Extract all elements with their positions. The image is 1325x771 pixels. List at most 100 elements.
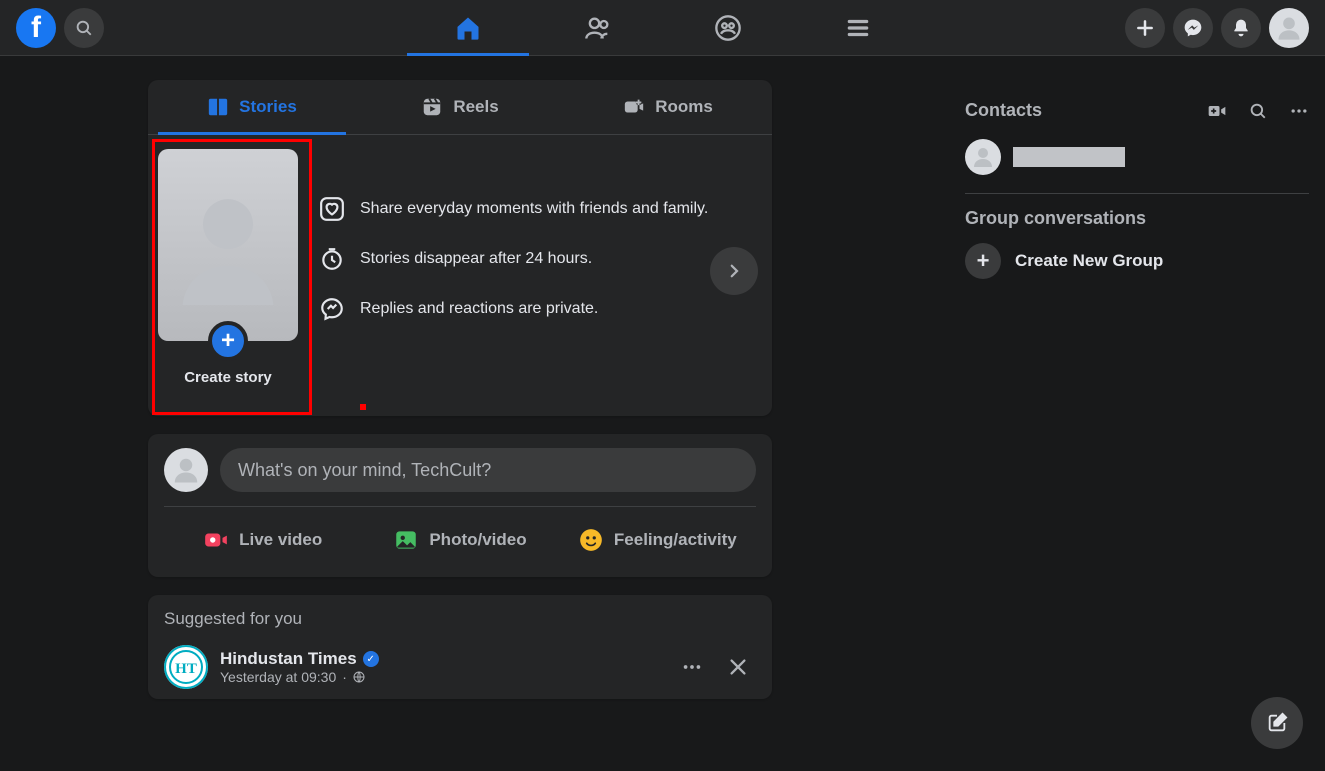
story-info-row-1: Share everyday moments with friends and … xyxy=(318,195,762,223)
suggested-avatar[interactable]: HT xyxy=(164,645,208,689)
right-sidebar: Contacts Group conversations + xyxy=(965,80,1325,717)
chevron-right-icon xyxy=(725,262,743,280)
reels-icon xyxy=(421,96,443,118)
nav-menu[interactable] xyxy=(793,0,923,56)
new-message-fab[interactable] xyxy=(1251,697,1303,749)
tab-stories-label: Stories xyxy=(239,97,297,117)
messenger-icon xyxy=(1183,18,1203,38)
nav-friends[interactable] xyxy=(533,0,663,56)
nav-center xyxy=(403,0,923,56)
contact-name-redacted xyxy=(1013,147,1125,167)
contact-item[interactable] xyxy=(965,129,1309,185)
contacts-more-button[interactable] xyxy=(1289,101,1309,121)
messenger-outline-icon xyxy=(319,296,345,322)
composer-input[interactable]: What's on your mind, TechCult? xyxy=(220,448,756,492)
contact-avatar xyxy=(965,139,1001,175)
suggested-controls xyxy=(674,649,756,685)
clock-icon xyxy=(319,246,345,272)
create-story-tile[interactable]: + Create story xyxy=(158,149,298,386)
tab-rooms[interactable]: Rooms xyxy=(564,80,772,134)
search-icon xyxy=(75,19,93,37)
heart-square-icon xyxy=(319,196,345,222)
nav-groups[interactable] xyxy=(663,0,793,56)
divider xyxy=(965,193,1309,194)
post-more-button[interactable] xyxy=(674,649,710,685)
create-story-plus-icon: + xyxy=(208,321,248,361)
create-button[interactable] xyxy=(1125,8,1165,48)
meta-separator: · xyxy=(342,669,347,685)
suggested-name: Hindustan Times xyxy=(220,649,357,669)
tab-reels[interactable]: Reels xyxy=(356,80,564,134)
logo-letter: f xyxy=(31,11,41,45)
search-icon xyxy=(1249,102,1267,120)
feed-column: Stories Reels Rooms + Crea xyxy=(148,80,772,717)
close-icon xyxy=(727,656,749,678)
create-group-label: Create New Group xyxy=(1015,251,1163,271)
more-icon xyxy=(1289,101,1309,121)
plus-circle-icon: + xyxy=(965,243,1001,279)
red-dot-annotation xyxy=(360,404,366,410)
facebook-logo[interactable]: f xyxy=(16,8,56,48)
globe-icon xyxy=(353,671,365,683)
tab-stories[interactable]: Stories xyxy=(148,80,356,134)
main-content: Stories Reels Rooms + Crea xyxy=(0,56,1325,717)
messenger-button[interactable] xyxy=(1173,8,1213,48)
contacts-header: Contacts xyxy=(965,92,1309,129)
account-button[interactable] xyxy=(1269,8,1309,48)
live-video-icon xyxy=(203,527,229,553)
create-story-label: Create story xyxy=(158,369,298,386)
notifications-button[interactable] xyxy=(1221,8,1261,48)
feeling-label: Feeling/activity xyxy=(614,530,737,550)
live-video-label: Live video xyxy=(239,530,322,550)
composer-card: What's on your mind, TechCult? Live vide… xyxy=(148,434,772,577)
compose-icon xyxy=(1266,712,1288,734)
home-icon xyxy=(454,14,482,42)
svg-text:HT: HT xyxy=(175,661,197,677)
stories-card: Stories Reels Rooms + Crea xyxy=(148,80,772,416)
feeling-button[interactable]: Feeling/activity xyxy=(559,517,756,563)
verified-badge-icon: ✓ xyxy=(363,651,379,667)
story-info: Share everyday moments with friends and … xyxy=(298,149,762,345)
group-conversations-title: Group conversations xyxy=(965,208,1309,229)
story-info-row-2: Stories disappear after 24 hours. xyxy=(318,245,762,273)
contacts-search-button[interactable] xyxy=(1249,101,1267,121)
search-button[interactable] xyxy=(64,8,104,48)
person-icon xyxy=(171,455,201,485)
suggested-name-row[interactable]: Hindustan Times ✓ xyxy=(220,649,379,669)
live-video-button[interactable]: Live video xyxy=(164,517,361,563)
create-group-button[interactable]: + Create New Group xyxy=(965,243,1309,279)
story-info-row-3: Replies and reactions are private. xyxy=(318,295,762,323)
composer-actions: Live video Photo/video Feeling/activity xyxy=(148,507,772,577)
story-info-text-1: Share everyday moments with friends and … xyxy=(360,200,708,218)
ht-logo-icon: HT xyxy=(164,645,208,689)
more-icon xyxy=(681,656,703,678)
nav-home[interactable] xyxy=(403,0,533,56)
contacts-icons xyxy=(1207,101,1309,121)
video-plus-icon xyxy=(1207,101,1227,121)
photo-video-button[interactable]: Photo/video xyxy=(361,517,558,563)
new-room-button[interactable] xyxy=(1207,101,1227,121)
photo-video-label: Photo/video xyxy=(429,530,526,550)
feeling-icon xyxy=(578,527,604,553)
story-info-text-3: Replies and reactions are private. xyxy=(360,300,598,318)
post-close-button[interactable] xyxy=(720,649,756,685)
suggested-info: Hindustan Times ✓ Yesterday at 09:30 · xyxy=(220,649,379,685)
create-story-image xyxy=(158,149,298,341)
stories-body: + Create story Share everyday moments wi… xyxy=(148,135,772,416)
composer-placeholder: What's on your mind, TechCult? xyxy=(238,460,491,481)
user-avatar[interactable] xyxy=(164,448,208,492)
story-info-text-2: Stories disappear after 24 hours. xyxy=(360,250,592,268)
person-silhouette-icon xyxy=(178,185,278,305)
rooms-icon xyxy=(623,96,645,118)
menu-icon xyxy=(845,15,871,41)
suggested-meta: Yesterday at 09:30 · xyxy=(220,669,379,685)
person-icon xyxy=(971,145,995,169)
groups-icon xyxy=(714,14,742,42)
stories-tabs: Stories Reels Rooms xyxy=(148,80,772,135)
top-header: f xyxy=(0,0,1325,56)
tab-rooms-label: Rooms xyxy=(655,97,713,117)
suggested-card: Suggested for you HT Hindustan Times ✓ xyxy=(148,595,772,699)
tab-reels-label: Reels xyxy=(453,97,498,117)
stories-icon xyxy=(207,96,229,118)
stories-next-button[interactable] xyxy=(710,247,758,295)
